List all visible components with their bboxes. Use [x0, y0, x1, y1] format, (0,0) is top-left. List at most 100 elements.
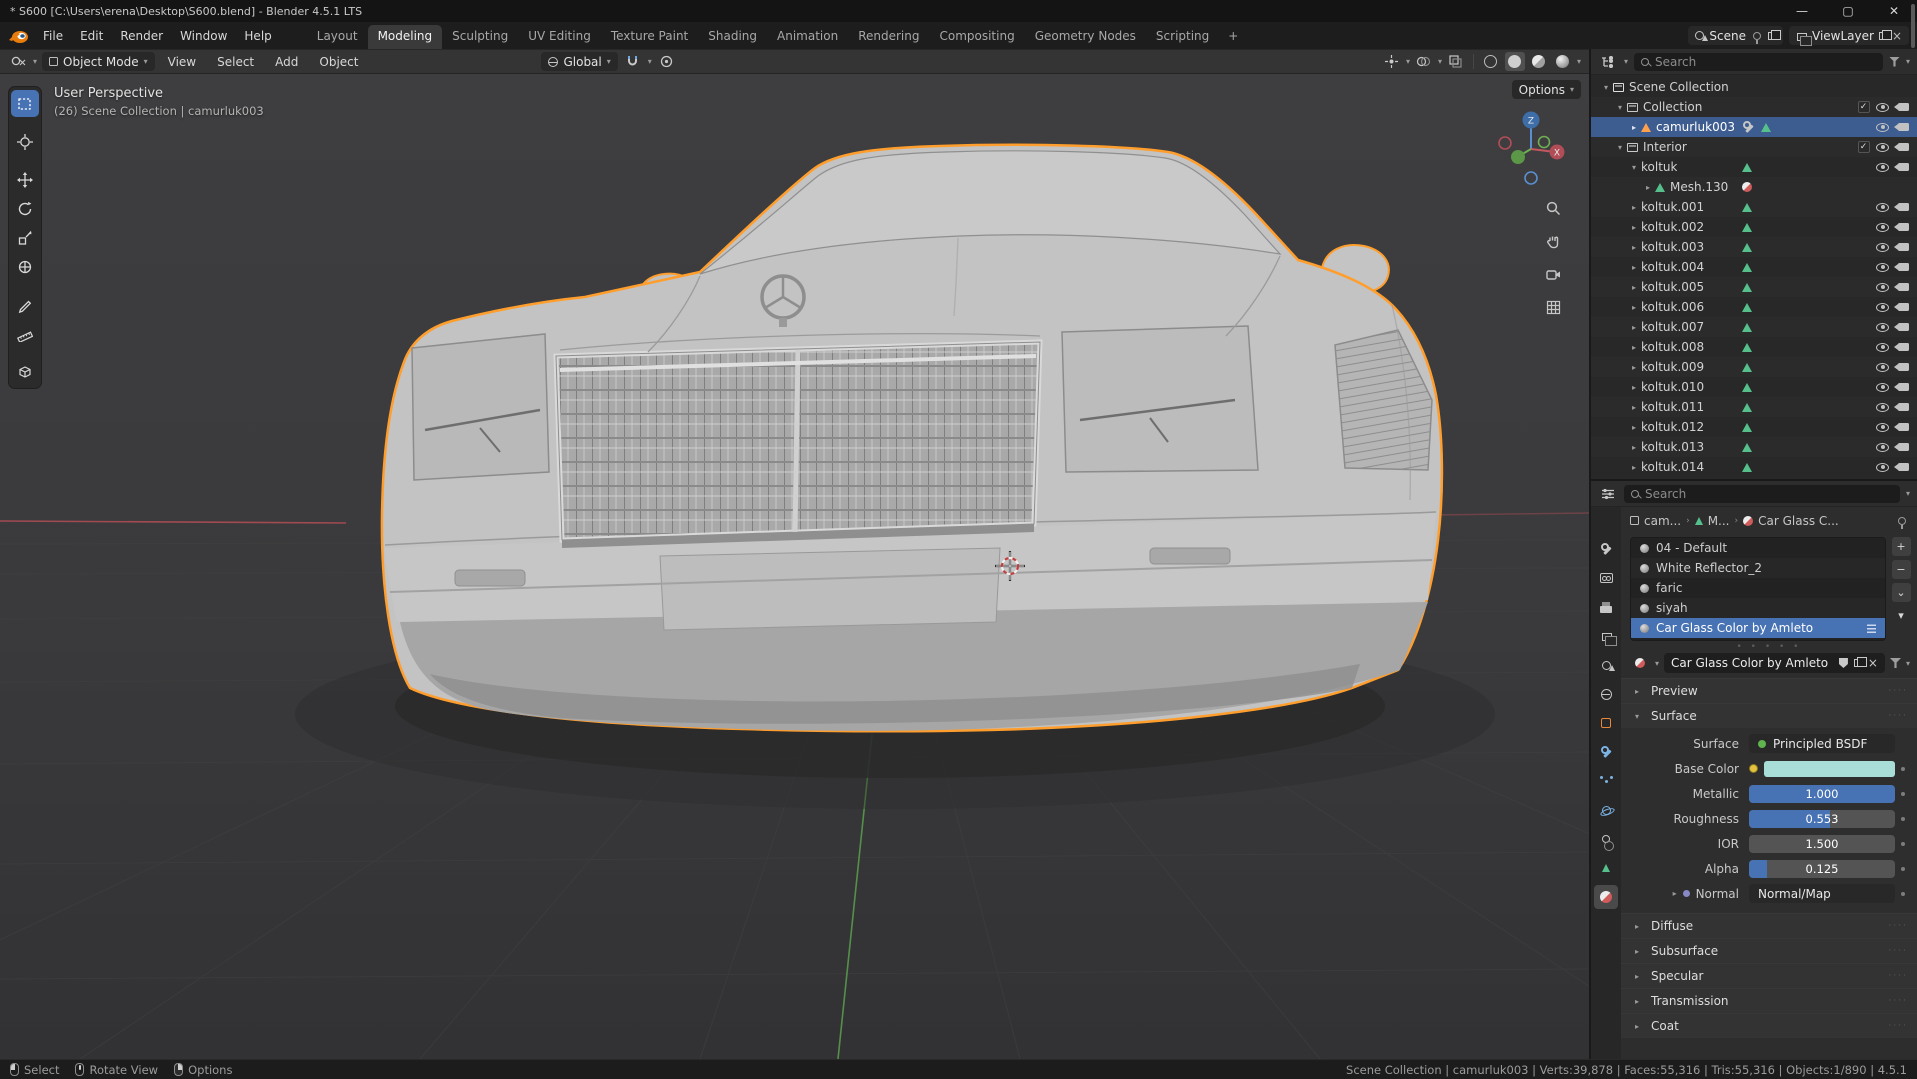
- workspace-tab[interactable]: Rendering: [848, 25, 929, 49]
- properties-search[interactable]: Search: [1624, 484, 1900, 503]
- decorator-icon[interactable]: [1901, 891, 1905, 896]
- expand-icon[interactable]: ▾: [1627, 163, 1641, 172]
- mesh-data-icon[interactable]: [1761, 122, 1771, 132]
- hide-viewport-icon[interactable]: [1876, 282, 1889, 292]
- base-color-swatch[interactable]: [1764, 760, 1895, 777]
- tool-add-cube[interactable]: [11, 358, 39, 385]
- browse-material-chevron[interactable]: ▾: [1655, 659, 1659, 668]
- panel-preview-header[interactable]: ▸ Preview ····: [1621, 679, 1917, 703]
- zoom-icon[interactable]: [1541, 196, 1565, 220]
- tab-scene-icon[interactable]: [1594, 653, 1618, 677]
- workspace-tab[interactable]: Layout: [307, 25, 368, 49]
- properties-editor-icon[interactable]: [1598, 484, 1618, 503]
- expand-icon[interactable]: ▸: [1627, 423, 1641, 432]
- disable-render-icon[interactable]: [1893, 363, 1909, 371]
- tab-material-icon[interactable]: [1594, 885, 1618, 909]
- mesh-data-icon[interactable]: [1742, 262, 1752, 272]
- editor-type-chevron[interactable]: ▾: [33, 57, 37, 66]
- outliner-row-mesh-data[interactable]: ▸ Mesh.130: [1591, 177, 1917, 197]
- overlays-chevron[interactable]: ▾: [1438, 57, 1442, 66]
- menu-view[interactable]: View: [160, 52, 204, 72]
- panel-surface-header[interactable]: ▾ Surface ····: [1621, 704, 1917, 728]
- panel-header[interactable]: ▸ Specular ····: [1621, 964, 1917, 988]
- outliner-row-object[interactable]: ▸ koltuk.007: [1591, 317, 1917, 337]
- hide-viewport-icon[interactable]: [1876, 382, 1889, 392]
- expand-icon[interactable]: ▸: [1627, 243, 1641, 252]
- gizmo-chevron[interactable]: ▾: [1406, 57, 1410, 66]
- decorator-icon[interactable]: [1901, 866, 1905, 871]
- remove-slot-button[interactable]: −: [1891, 560, 1911, 579]
- tool-cursor[interactable]: [11, 128, 39, 155]
- tool-move[interactable]: [11, 166, 39, 193]
- menu-help[interactable]: Help: [236, 26, 279, 46]
- outliner-row-object[interactable]: ▸ koltuk.011: [1591, 397, 1917, 417]
- outliner-filter-chevron[interactable]: ▾: [1906, 57, 1910, 66]
- disable-render-icon[interactable]: [1893, 403, 1909, 411]
- breadcrumb-material[interactable]: Car Glass C...: [1758, 514, 1839, 528]
- panel-header[interactable]: ▸ Coat ····: [1621, 1014, 1917, 1038]
- hide-viewport-icon[interactable]: [1876, 462, 1889, 472]
- outliner-row-object[interactable]: ▸ koltuk.002: [1591, 217, 1917, 237]
- disable-render-icon[interactable]: [1893, 283, 1909, 291]
- tool-measure[interactable]: [11, 320, 39, 347]
- hide-viewport-icon[interactable]: [1876, 122, 1889, 132]
- mesh-data-icon[interactable]: [1742, 342, 1752, 352]
- expand-icon[interactable]: ▸: [1673, 889, 1677, 898]
- mesh-data-icon[interactable]: [1742, 242, 1752, 252]
- expand-icon[interactable]: ▾: [1599, 83, 1613, 92]
- decorator-icon[interactable]: [1901, 766, 1905, 771]
- xray-toggle-icon[interactable]: [1446, 52, 1466, 71]
- hide-viewport-icon[interactable]: [1876, 402, 1889, 412]
- menu-edit[interactable]: Edit: [72, 26, 111, 46]
- decorator-icon[interactable]: [1901, 816, 1905, 821]
- mesh-data-icon[interactable]: [1742, 362, 1752, 372]
- tool-scale[interactable]: [11, 224, 39, 251]
- tab-constraints-icon[interactable]: [1594, 827, 1618, 851]
- proportional-editing-icon[interactable]: [657, 52, 677, 71]
- material-filter-chevron[interactable]: ▾: [1906, 659, 1910, 668]
- slot-specials-button[interactable]: ⌄: [1891, 583, 1911, 602]
- hide-viewport-icon[interactable]: [1876, 222, 1889, 232]
- outliner-row-object[interactable]: ▸ koltuk.003: [1591, 237, 1917, 257]
- workspace-tab[interactable]: Scripting: [1146, 25, 1219, 49]
- tool-select-box[interactable]: [11, 90, 39, 117]
- disable-render-icon[interactable]: [1893, 303, 1909, 311]
- transform-orientation[interactable]: Global ▾: [541, 52, 618, 71]
- car-model[interactable]: [380, 143, 1444, 733]
- blender-logo-icon[interactable]: [8, 28, 30, 44]
- mesh-data-icon[interactable]: [1742, 282, 1752, 292]
- workspace-tab[interactable]: Shading: [698, 25, 767, 49]
- tool-transform[interactable]: [11, 253, 39, 280]
- normal-map-select[interactable]: Normal/Map: [1749, 884, 1895, 903]
- metallic-slider[interactable]: 1.000: [1749, 784, 1895, 803]
- mesh-data-icon[interactable]: [1742, 162, 1752, 172]
- outliner-row-object[interactable]: ▸ koltuk.006: [1591, 297, 1917, 317]
- tab-output-icon[interactable]: [1594, 595, 1618, 619]
- resize-grip[interactable]: • • • • •: [1621, 641, 1917, 652]
- outliner-row-active-object[interactable]: ▸ camurluk003: [1591, 117, 1917, 137]
- hide-viewport-icon[interactable]: [1876, 362, 1889, 372]
- expand-icon[interactable]: ▸: [1627, 283, 1641, 292]
- tab-view-layer-icon[interactable]: [1594, 624, 1618, 648]
- camera-view-icon[interactable]: [1541, 262, 1565, 286]
- properties-filter-chevron[interactable]: ▾: [1906, 489, 1910, 498]
- material-slot[interactable]: Car Glass Color by Amleto: [1631, 618, 1885, 638]
- outliner-mode-chevron[interactable]: ▾: [1624, 57, 1628, 66]
- panel-header[interactable]: ▸ Diffuse ····: [1621, 914, 1917, 938]
- hide-viewport-icon[interactable]: [1876, 262, 1889, 272]
- mesh-data-icon[interactable]: [1742, 422, 1752, 432]
- decorator-icon[interactable]: [1901, 791, 1905, 796]
- hide-viewport-icon[interactable]: [1876, 242, 1889, 252]
- modifier-icon[interactable]: [1742, 120, 1755, 134]
- outliner-row-scene-collection[interactable]: ▾ Scene Collection: [1591, 77, 1917, 97]
- menu-select[interactable]: Select: [209, 52, 262, 72]
- decorator-icon[interactable]: [1901, 841, 1905, 846]
- panel-header[interactable]: ▸ Transmission ····: [1621, 989, 1917, 1013]
- expand-icon[interactable]: ▸: [1627, 403, 1641, 412]
- snap-magnet-icon[interactable]: [623, 52, 643, 71]
- disable-render-icon[interactable]: [1893, 323, 1909, 331]
- hide-viewport-icon[interactable]: [1876, 342, 1889, 352]
- remove-viewlayer-icon[interactable]: ×: [1892, 29, 1902, 43]
- tab-object-icon[interactable]: [1594, 711, 1618, 735]
- maximize-button[interactable]: ▢: [1825, 0, 1871, 22]
